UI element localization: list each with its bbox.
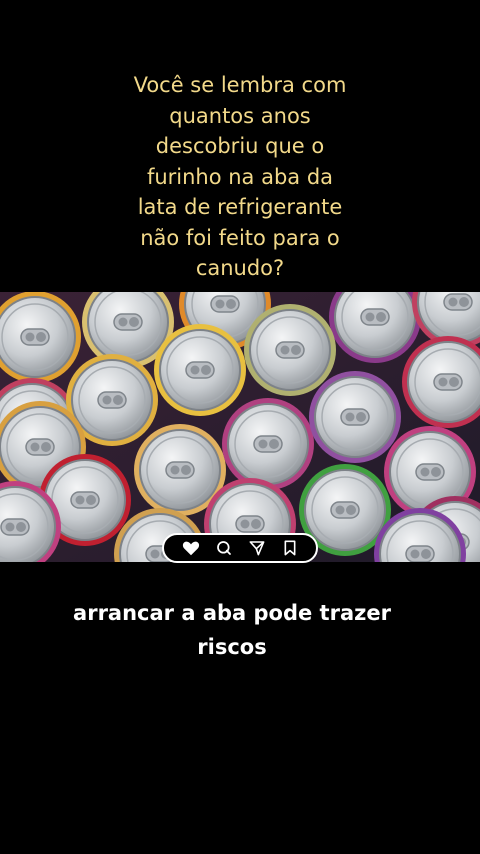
post-action-bar: [162, 533, 318, 563]
soda-cans-photo: [0, 292, 480, 562]
soda-can: [309, 371, 401, 463]
caption-line: arrancar a aba pode trazer: [73, 601, 391, 625]
caption-text: arrancar a aba pode trazer riscos: [0, 596, 464, 664]
headline-line: não foi feito para o: [140, 225, 340, 250]
headline-line: quantos anos: [169, 103, 311, 128]
share-icon[interactable]: [248, 539, 266, 557]
heart-icon[interactable]: [182, 539, 200, 557]
headline-line: Você se lembra com: [133, 73, 347, 97]
soda-can: [244, 304, 336, 396]
caption-line: riscos: [197, 635, 267, 659]
headline-text: Você se lembra com quantos anos descobri…: [0, 70, 480, 284]
headline-line: lata de refrigerante: [137, 195, 343, 219]
bookmark-icon[interactable]: [281, 539, 299, 557]
headline-line: furinho na aba da: [146, 164, 334, 189]
soda-can: [222, 398, 314, 490]
headline-line: descobriu que o: [155, 134, 325, 158]
headline-line: canudo?: [195, 256, 285, 280]
soda-cans-image: [0, 292, 480, 562]
soda-can: [154, 324, 246, 416]
comment-icon[interactable]: [215, 539, 233, 557]
